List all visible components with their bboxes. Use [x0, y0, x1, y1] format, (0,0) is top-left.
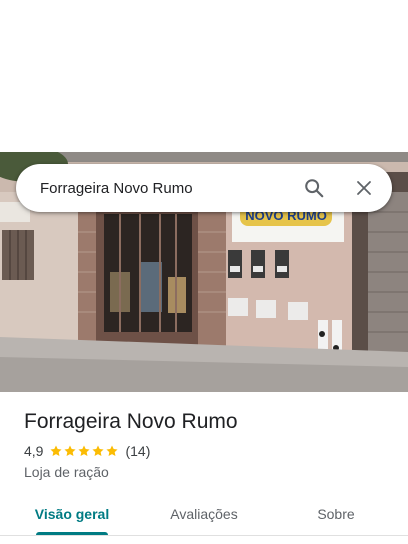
- star-icon: [50, 445, 63, 457]
- review-count[interactable]: (14): [125, 443, 150, 459]
- tab-label: Sobre: [317, 506, 355, 522]
- star-icon: [64, 445, 77, 457]
- search-button[interactable]: [294, 168, 334, 208]
- star-icon: [78, 445, 91, 457]
- place-tabs: Visão geral Avaliações Sobre: [0, 496, 408, 536]
- rating-value: 4,9: [24, 443, 44, 459]
- tab-active-indicator: [36, 532, 108, 535]
- place-category[interactable]: Loja de ração: [24, 464, 384, 480]
- search-icon: [305, 179, 324, 198]
- tab-reviews[interactable]: Avaliações: [144, 496, 264, 535]
- star-icon: [106, 445, 119, 457]
- tab-label: Avaliações: [170, 506, 238, 522]
- close-icon: [357, 181, 371, 195]
- tab-about[interactable]: Sobre: [264, 496, 408, 535]
- tab-overview[interactable]: Visão geral: [0, 496, 144, 535]
- tab-label: Visão geral: [34, 506, 110, 522]
- search-input[interactable]: Forrageira Novo Rumo: [40, 180, 294, 197]
- search-bar[interactable]: Forrageira Novo Rumo: [16, 164, 392, 212]
- star-rating: [49, 444, 119, 458]
- map-header-blank: [0, 0, 408, 152]
- star-icon: [92, 445, 105, 457]
- clear-search-button[interactable]: [344, 168, 384, 208]
- rating-row[interactable]: 4,9 (14): [24, 442, 384, 460]
- place-info: Forrageira Novo Rumo 4,9 (14) Loja de ra…: [24, 408, 384, 480]
- place-title: Forrageira Novo Rumo: [24, 410, 238, 433]
